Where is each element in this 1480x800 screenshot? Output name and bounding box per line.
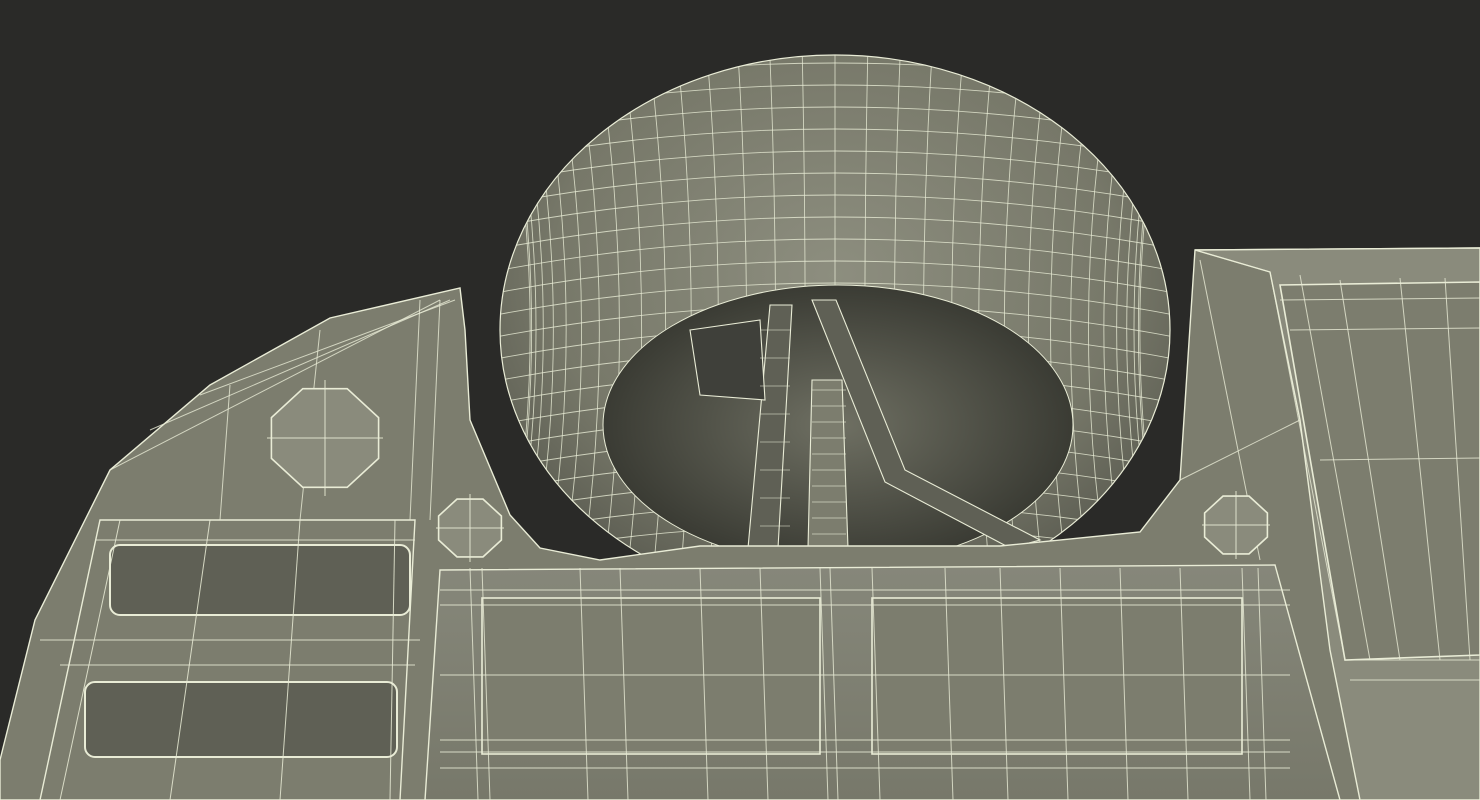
- shock-absorber: [807, 379, 849, 549]
- center-recess-left: [481, 597, 821, 755]
- wireframe-render-canvas: [0, 0, 1480, 800]
- hub-mechanism: [689, 319, 766, 401]
- access-slot-upper: [109, 544, 411, 616]
- center-recess-right: [871, 597, 1243, 755]
- access-slot-lower: [84, 681, 398, 758]
